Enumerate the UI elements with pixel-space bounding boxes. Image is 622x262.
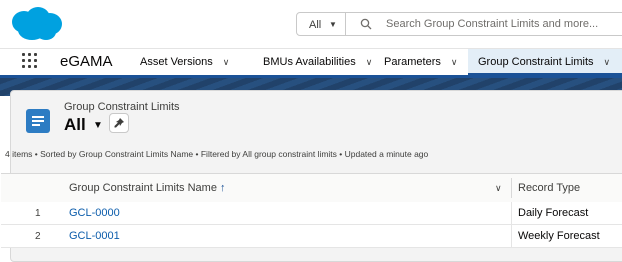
pin-list-view-button[interactable]	[109, 113, 129, 133]
column-divider	[511, 225, 512, 247]
chevron-down-icon[interactable]: ∨	[223, 57, 230, 67]
pin-icon	[114, 118, 124, 128]
list-info-text: 4 items • Sorted by Group Constraint Lim…	[5, 149, 429, 159]
column-header-record-type[interactable]: Record Type	[518, 182, 580, 194]
record-link[interactable]: GCL-0001	[69, 230, 120, 242]
chevron-down-icon[interactable]: ∨	[366, 57, 373, 67]
column-divider	[511, 178, 512, 198]
chevron-down-icon: ▼	[329, 20, 337, 29]
list-icon	[26, 109, 50, 133]
salesforce-logo[interactable]	[8, 6, 64, 42]
search-scope-dropdown[interactable]: All ▼	[296, 12, 346, 36]
search-scope-label: All	[309, 19, 322, 31]
table-row: 2 GCL-0001 Weekly Forecast	[1, 225, 622, 248]
chevron-down-icon[interactable]: ∨	[451, 57, 458, 67]
search-icon	[360, 18, 372, 30]
chevron-down-icon[interactable]: ∨	[604, 57, 611, 67]
tab-bmus-availabilities[interactable]: BMUs Availabilities ∨	[253, 49, 381, 75]
global-header: All ▼	[0, 0, 622, 49]
chevron-down-icon[interactable]: ▼	[93, 120, 103, 131]
global-search[interactable]	[345, 12, 622, 36]
record-link[interactable]: GCL-0000	[69, 207, 120, 219]
table-row: 1 GCL-0000 Daily Forecast	[1, 202, 622, 225]
tab-label: Parameters	[384, 56, 441, 68]
list-view-selector[interactable]: All	[64, 115, 86, 135]
chevron-down-icon[interactable]: ∨	[495, 183, 502, 194]
tab-asset-versions[interactable]: Asset Versions ∨	[130, 49, 253, 75]
column-header-name[interactable]: Group Constraint Limits Name ↑	[69, 182, 226, 194]
tab-parameters[interactable]: Parameters ∨	[374, 49, 469, 75]
tab-group-constraint-limits[interactable]: Group Constraint Limits ∨	[468, 49, 622, 75]
tab-label: Group Constraint Limits	[478, 56, 594, 68]
tab-label: Asset Versions	[140, 56, 213, 68]
object-label: Group Constraint Limits	[64, 101, 180, 113]
row-number: 2	[35, 231, 41, 242]
app-name: eGAMA	[60, 53, 113, 70]
row-number: 1	[35, 208, 41, 219]
sort-up-icon: ↑	[220, 182, 226, 194]
table-header: Group Constraint Limits Name ↑ ∨ Record …	[1, 173, 622, 203]
list-view-panel: Group Constraint Limits All ▼ 4 items • …	[1, 90, 622, 262]
tab-label: BMUs Availabilities	[263, 56, 356, 68]
column-divider	[511, 202, 512, 224]
record-type: Weekly Forecast	[518, 230, 600, 242]
column-header-label: Group Constraint Limits Name	[69, 182, 217, 194]
app-nav-bar: eGAMA Asset Versions ∨ BMUs Availabilitie…	[0, 49, 622, 78]
record-type: Daily Forecast	[518, 207, 589, 219]
search-input[interactable]	[386, 15, 622, 33]
app-launcher-icon[interactable]	[22, 53, 38, 69]
